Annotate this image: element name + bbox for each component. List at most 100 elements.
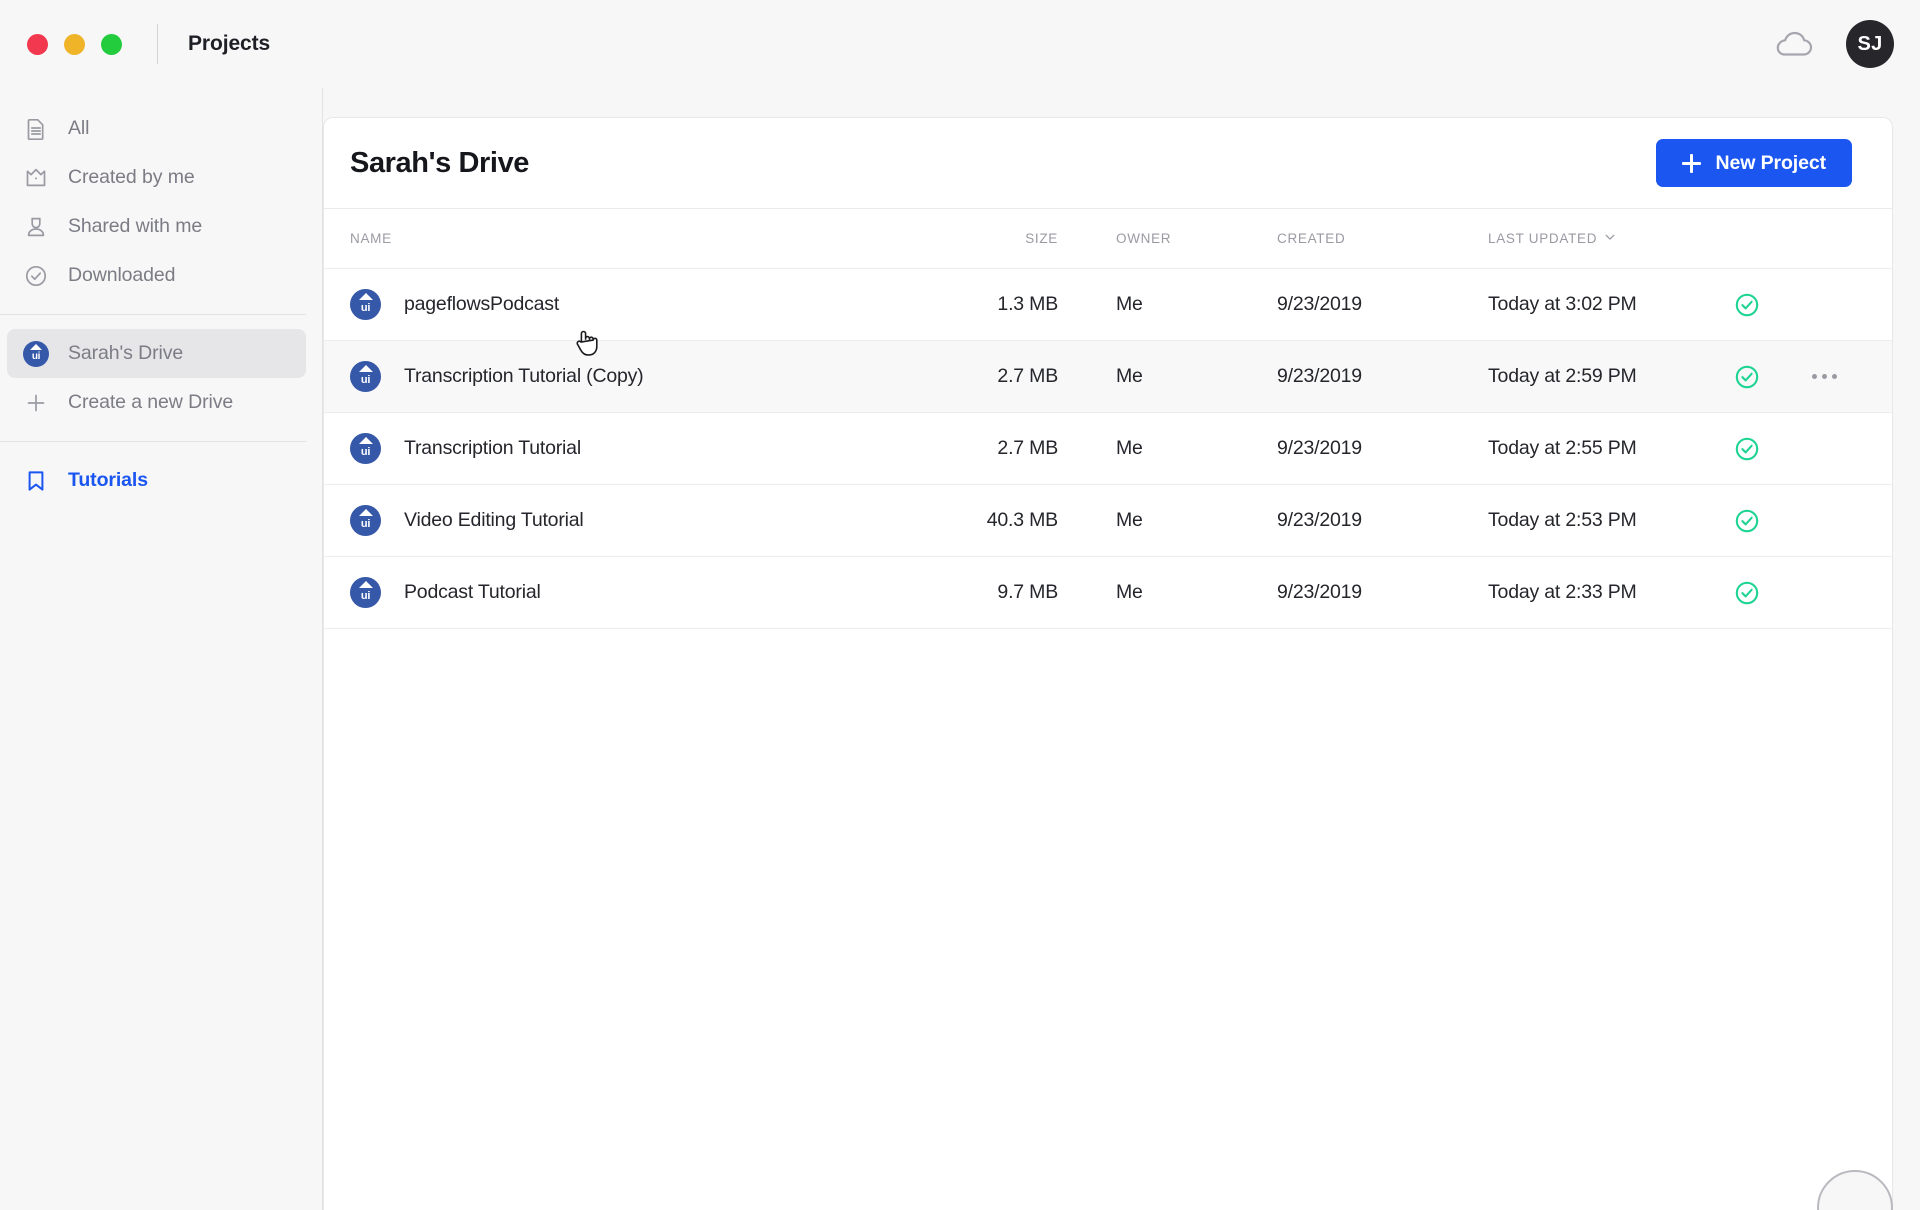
status-badge [1682,292,1812,318]
sidebar-item-label: Downloaded [68,264,176,286]
column-header-owner[interactable]: Owner [1058,231,1273,246]
window-titlebar: Projects SJ [0,0,1920,88]
file-name-cell[interactable]: ui Transcription Tutorial (Copy) [350,361,910,392]
file-updated: Today at 3:02 PM [1488,293,1637,315]
table-row[interactable]: ui Transcription Tutorial 2.7 MB Me 9/23… [324,413,1892,485]
drive-badge-icon: ui [23,340,49,367]
sidebar-item-label: Sarah's Drive [68,342,184,364]
table-row[interactable]: ui Video Editing Tutorial 40.3 MB Me 9/2… [324,485,1892,557]
bookmark-icon [23,468,49,494]
app-body: All Created by me Shared with me Downloa… [0,88,1920,1210]
crown-icon [23,165,49,191]
file-name: Podcast Tutorial [404,581,541,603]
sidebar-item-label: Tutorials [68,469,148,491]
file-size: 2.7 MB [997,437,1058,459]
ui-file-icon: ui [350,289,381,320]
maximize-window-button[interactable] [101,33,122,55]
sidebar-item-created-by-me[interactable]: Created by me [7,153,306,202]
file-name: Video Editing Tutorial [404,509,584,531]
file-owner: Me [1116,293,1143,315]
chevron-down-icon [1604,231,1616,246]
file-created: 9/23/2019 [1277,293,1362,315]
drive-panel: Sarah's Drive New Project Name Size Owne… [323,117,1893,1210]
more-options-icon [1812,374,1837,379]
avatar[interactable]: SJ [1846,20,1894,68]
table-row[interactable]: ui Transcription Tutorial (Copy) 2.7 MB … [324,341,1892,413]
page-title: Sarah's Drive [350,146,530,179]
sidebar-item-label: Create a new Drive [68,391,234,413]
file-created: 9/23/2019 [1277,437,1362,459]
file-size: 2.7 MB [997,365,1058,387]
new-project-button[interactable]: New Project [1656,139,1852,187]
sidebar-item-label: Created by me [68,166,195,188]
traffic-lights [20,33,122,55]
table-row[interactable]: ui Podcast Tutorial 9.7 MB Me 9/23/2019 … [324,557,1892,629]
file-updated: Today at 2:59 PM [1488,365,1637,387]
file-name-cell[interactable]: ui pageflowsPodcast [350,289,910,320]
table-header-row: Name Size Owner Created Last Updated [324,209,1892,269]
status-badge [1682,508,1812,534]
sidebar-item-shared-with-me[interactable]: Shared with me [7,202,306,251]
close-window-button[interactable] [27,33,48,55]
file-name: Transcription Tutorial (Copy) [404,365,644,387]
file-size: 40.3 MB [986,509,1058,531]
titlebar-divider [157,24,158,64]
panel-header: Sarah's Drive New Project [324,118,1892,209]
file-updated: Today at 2:55 PM [1488,437,1637,459]
file-size: 1.3 MB [997,293,1058,315]
status-badge [1682,436,1812,462]
column-header-created[interactable]: Created [1273,231,1451,246]
ui-file-icon: ui [350,577,381,608]
file-updated: Today at 2:33 PM [1488,581,1637,603]
status-badge [1682,364,1812,390]
table-row[interactable]: ui pageflowsPodcast 1.3 MB Me 9/23/2019 … [324,269,1892,341]
ui-file-icon: ui [350,433,381,464]
files-table: Name Size Owner Created Last Updated [324,209,1892,1210]
status-badge [1682,580,1812,606]
row-actions-menu-button[interactable] [1812,374,1892,379]
sidebar-item-create-new-drive[interactable]: Create a new Drive [7,378,306,427]
sidebar-item-label: Shared with me [68,215,203,237]
plus-icon [1682,153,1702,173]
plus-icon [23,390,49,416]
sidebar-divider-2 [0,441,306,442]
file-name-cell[interactable]: ui Podcast Tutorial [350,577,910,608]
minimize-window-button[interactable] [64,33,85,55]
column-header-last-updated-label: Last Updated [1488,231,1598,246]
app-window: Projects SJ All Created by me Shared wit… [0,0,1920,1210]
file-owner: Me [1116,437,1143,459]
file-created: 9/23/2019 [1277,581,1362,603]
file-name-cell[interactable]: ui Transcription Tutorial [350,433,910,464]
ui-file-icon: ui [350,505,381,536]
window-title: Projects [188,32,271,55]
sidebar-item-sarahs-drive[interactable]: ui Sarah's Drive [7,329,306,378]
file-size: 9.7 MB [997,581,1058,603]
document-icon [23,116,49,142]
file-name: pageflowsPodcast [404,293,560,315]
column-header-name[interactable]: Name [350,231,910,246]
table-empty-area [324,629,1892,1210]
column-header-last-updated[interactable]: Last Updated [1451,231,1682,246]
file-name: Transcription Tutorial [404,437,581,459]
file-updated: Today at 2:53 PM [1488,509,1637,531]
file-created: 9/23/2019 [1277,509,1362,531]
column-header-size[interactable]: Size [910,231,1058,246]
sidebar-item-downloaded[interactable]: Downloaded [7,251,306,300]
check-circle-icon [23,263,49,289]
file-owner: Me [1116,509,1143,531]
sidebar: All Created by me Shared with me Downloa… [0,88,323,1210]
file-name-cell[interactable]: ui Video Editing Tutorial [350,505,910,536]
sidebar-divider-1 [0,314,306,315]
person-icon [23,214,49,240]
cloud-icon[interactable] [1774,29,1814,59]
sidebar-item-all[interactable]: All [7,104,306,153]
file-created: 9/23/2019 [1277,365,1362,387]
sidebar-item-tutorials[interactable]: Tutorials [7,456,306,505]
main-content: Sarah's Drive New Project Name Size Owne… [323,88,1920,1210]
titlebar-actions: SJ [1774,20,1894,68]
sidebar-item-label: All [68,117,90,139]
file-owner: Me [1116,581,1143,603]
ui-file-icon: ui [350,361,381,392]
file-owner: Me [1116,365,1143,387]
new-project-label: New Project [1715,151,1826,174]
